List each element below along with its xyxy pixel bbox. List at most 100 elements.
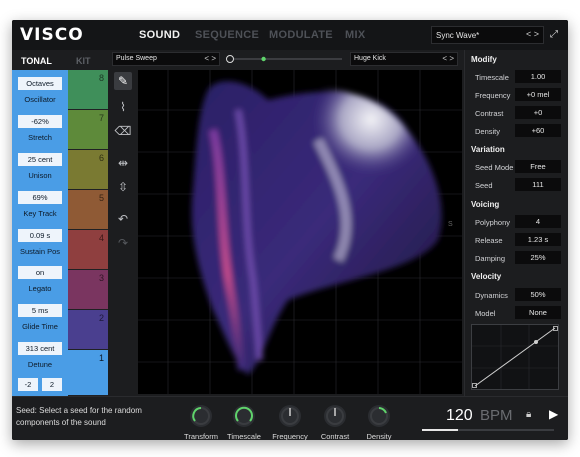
sound-canvas[interactable] bbox=[138, 70, 462, 394]
kit-slot-2[interactable]: 2 bbox=[68, 310, 108, 350]
bpm-value[interactable]: 120 bbox=[446, 407, 473, 425]
contrast-label: Contrast bbox=[475, 109, 504, 118]
eraser-icon[interactable]: ⌫ bbox=[114, 122, 132, 140]
brush-icon[interactable]: ✎ bbox=[114, 72, 132, 90]
polyphony-field[interactable]: 4 bbox=[515, 215, 561, 228]
spectrogram-canvas[interactable] bbox=[138, 70, 462, 394]
frequency-field[interactable]: +0 mel bbox=[515, 88, 561, 101]
play-icon[interactable]: ▶ bbox=[549, 407, 558, 421]
expand-icon[interactable]: ⤢ bbox=[546, 27, 562, 43]
timescale-label: Timescale bbox=[475, 73, 509, 82]
kit-slot-4[interactable]: 4 bbox=[68, 230, 108, 270]
velocity-curve-editor[interactable] bbox=[471, 324, 559, 390]
kit-slot-number: 2 bbox=[98, 313, 104, 323]
variation-heading: Variation bbox=[471, 145, 505, 154]
tab-kit[interactable]: KIT bbox=[76, 56, 91, 66]
hint-text: Seed: Select a seed for the random compo… bbox=[16, 406, 142, 427]
kit-slot-number: 5 bbox=[98, 193, 104, 203]
legato-field[interactable]: on bbox=[18, 266, 62, 279]
kit-slot-number: 1 bbox=[98, 353, 104, 363]
kit-slot-number: 6 bbox=[98, 153, 104, 163]
contrast-knob[interactable] bbox=[324, 405, 346, 427]
undo-icon[interactable]: ↶ bbox=[114, 210, 132, 228]
bpm-label: BPM bbox=[480, 407, 513, 424]
morph-source-select[interactable]: Pulse Sweep < > bbox=[112, 52, 220, 66]
seed-mode-field[interactable]: Free bbox=[515, 160, 561, 173]
timescale-field[interactable]: 1.00 bbox=[515, 70, 561, 83]
preset-selector[interactable]: Sync Wave* < > bbox=[431, 26, 544, 44]
smudge-icon[interactable]: ⌇ bbox=[114, 98, 132, 116]
seed-field[interactable]: 111 bbox=[515, 178, 561, 191]
detune-label: Detune bbox=[27, 360, 53, 369]
kit-slot-7[interactable]: 7 bbox=[68, 110, 108, 150]
kit-slot-number: 3 bbox=[98, 273, 104, 283]
right-panel: Modify Timescale 1.00 Frequency +0 mel C… bbox=[464, 50, 568, 396]
morph-slider[interactable] bbox=[224, 52, 346, 66]
unison-field[interactable]: 25 cent bbox=[18, 153, 62, 166]
density-label: Density bbox=[475, 127, 501, 136]
polyphony-label: Polyphony bbox=[475, 218, 511, 227]
kit-slot-1[interactable]: 1 bbox=[68, 350, 108, 396]
damping-field[interactable]: 25% bbox=[515, 251, 561, 264]
kit-slot-number: 4 bbox=[98, 233, 104, 243]
kit-slot-5[interactable]: 5 bbox=[68, 190, 108, 230]
range-high-field[interactable]: 2 bbox=[42, 378, 62, 391]
bottom-bar: Seed: Select a seed for the random compo… bbox=[12, 396, 568, 440]
morph-target-select[interactable]: Huge Kick < > bbox=[350, 52, 458, 66]
tab-tonal[interactable]: TONAL bbox=[21, 56, 52, 66]
kit-slot-3[interactable]: 3 bbox=[68, 270, 108, 310]
preset-name: Sync Wave* bbox=[436, 31, 480, 40]
dynamics-field[interactable]: 50% bbox=[515, 288, 561, 301]
kit-slot-6[interactable]: 6 bbox=[68, 150, 108, 190]
contrast-field[interactable]: +0 bbox=[515, 106, 561, 119]
seed-label: Seed bbox=[475, 181, 493, 190]
kit-slot-8[interactable]: 8 bbox=[68, 70, 108, 110]
stretch-label: Stretch bbox=[28, 133, 52, 142]
tab-sequence[interactable]: SEQUENCE bbox=[195, 29, 259, 41]
sustain-field[interactable]: 0.09 s bbox=[18, 229, 62, 242]
glide-label: Glide Time bbox=[22, 322, 58, 331]
app-window: VISCO SOUND SEQUENCE MODULATE MIX Sync W… bbox=[12, 20, 568, 440]
legato-label: Legato bbox=[28, 284, 52, 293]
release-field[interactable]: 1.23 s bbox=[515, 233, 561, 246]
keytrack-label: Key Track bbox=[23, 209, 57, 218]
dynamics-label: Dynamics bbox=[475, 291, 508, 300]
redo-icon[interactable]: ↷ bbox=[114, 234, 132, 252]
model-label: Model bbox=[475, 309, 496, 318]
curve-mid-handle[interactable] bbox=[534, 340, 538, 344]
flip-horizontal-icon[interactable]: ⇹ bbox=[114, 154, 132, 172]
density-knob-label: Density bbox=[366, 432, 392, 440]
range-low-field[interactable]: -2 bbox=[18, 378, 38, 391]
tab-mix[interactable]: MIX bbox=[345, 29, 365, 41]
density-knob[interactable] bbox=[368, 405, 390, 427]
flip-vertical-icon[interactable]: ⇳ bbox=[114, 178, 132, 196]
octaves-field[interactable]: Octaves bbox=[18, 77, 62, 90]
glide-field[interactable]: 5 ms bbox=[18, 304, 62, 317]
kit-slot-number: 7 bbox=[98, 113, 104, 123]
morph-source-arrows[interactable]: < > bbox=[204, 54, 216, 63]
unison-label: Unison bbox=[28, 171, 52, 180]
model-field[interactable]: None bbox=[515, 306, 561, 319]
morph-slider-handle[interactable] bbox=[226, 55, 234, 63]
tab-modulate[interactable]: MODULATE bbox=[269, 29, 333, 41]
morph-source-label: Pulse Sweep bbox=[116, 55, 157, 62]
morph-target-arrows[interactable]: < > bbox=[442, 54, 454, 63]
density-field[interactable]: +60 bbox=[515, 124, 561, 137]
timescale-knob[interactable] bbox=[233, 405, 255, 427]
oscillator-label: Oscillator bbox=[24, 95, 56, 104]
tonal-panel: Octaves Oscillator -62% Stretch 25 cent … bbox=[12, 70, 68, 396]
spectral-shape bbox=[191, 81, 442, 376]
keytrack-field[interactable]: 69% bbox=[18, 191, 62, 204]
progress-bar-fill bbox=[422, 429, 458, 431]
detune-field[interactable]: 313 cent bbox=[18, 342, 62, 355]
left-tabs: TONAL KIT bbox=[12, 50, 108, 70]
frequency-knob[interactable] bbox=[279, 405, 301, 427]
canvas-side-label: S bbox=[448, 221, 453, 228]
transform-knob[interactable] bbox=[190, 405, 212, 427]
tool-column: ✎ ⌇ ⌫ ⇹ ⇳ ↶ ↷ bbox=[108, 70, 138, 396]
tab-sound[interactable]: SOUND bbox=[139, 29, 180, 41]
lock-icon[interactable]: 🔒︎ bbox=[526, 409, 531, 420]
stretch-field[interactable]: -62% bbox=[18, 115, 62, 128]
preset-arrows[interactable]: < > bbox=[526, 29, 539, 39]
release-label: Release bbox=[475, 236, 503, 245]
